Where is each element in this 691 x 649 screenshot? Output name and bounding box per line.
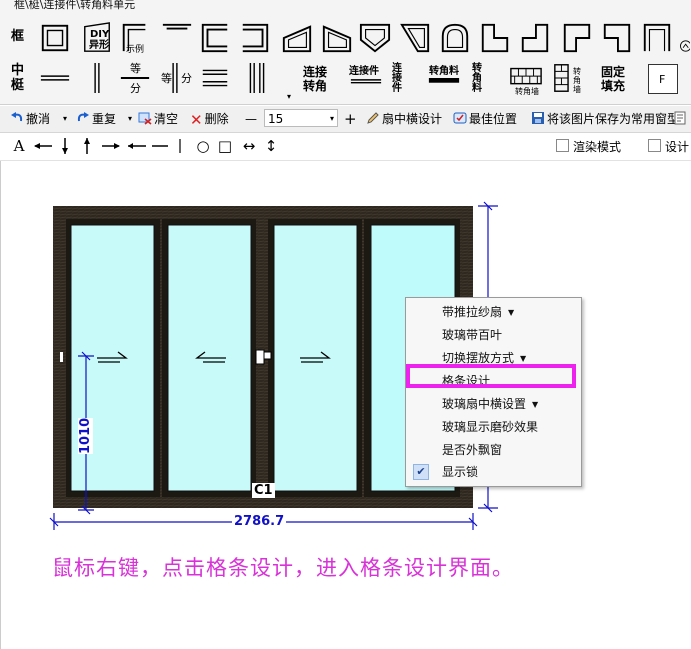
menu-item-label: 是否外飘窗 xyxy=(442,443,503,457)
menu-item-label: 切换摆放方式 xyxy=(442,351,515,365)
submenu-arrow-icon: ▼ xyxy=(520,354,527,363)
menu-item-label: 显示锁 xyxy=(442,465,479,479)
menu-item-bay-window[interactable]: 是否外飘窗 xyxy=(442,440,502,460)
height-dimension-label: 1010 xyxy=(78,417,93,454)
menu-item-screen-sash[interactable]: 带推拉纱扇 ▼ xyxy=(442,302,514,322)
context-menu: 带推拉纱扇 ▼ 玻璃带百叶 切换摆放方式 ▼ 格条设计 玻璃扇中横设置 ▼ 玻璃显示磨… xyxy=(405,297,582,487)
instruction-text: 鼠标右键，点击格条设计，进入格条设计界面。 xyxy=(52,556,514,580)
window-label: C1 xyxy=(252,483,275,498)
menu-item-label: 带推拉纱扇 xyxy=(442,305,503,319)
menu-item-show-lock[interactable]: 显示锁 xyxy=(442,462,478,482)
menu-item-frosted-glass[interactable]: 玻璃显示磨砂效果 xyxy=(442,417,538,437)
handle-left-icon xyxy=(60,352,63,362)
menu-item-label: 玻璃扇中横设置 xyxy=(442,397,527,411)
highlight-box xyxy=(406,364,576,388)
menu-item-louver[interactable]: 玻璃带百叶 xyxy=(442,325,502,345)
width-dimension-label: 2786.7 xyxy=(232,514,287,529)
submenu-arrow-icon: ▼ xyxy=(508,308,515,317)
menu-item-label: 玻璃显示磨砂效果 xyxy=(442,420,539,434)
menu-item-sash-transom-settings[interactable]: 玻璃扇中横设置 ▼ xyxy=(442,394,538,414)
menu-item-label: 玻璃带百叶 xyxy=(442,328,503,342)
submenu-arrow-icon: ▼ xyxy=(532,400,539,409)
checkmark-icon: ✔ xyxy=(413,464,429,480)
